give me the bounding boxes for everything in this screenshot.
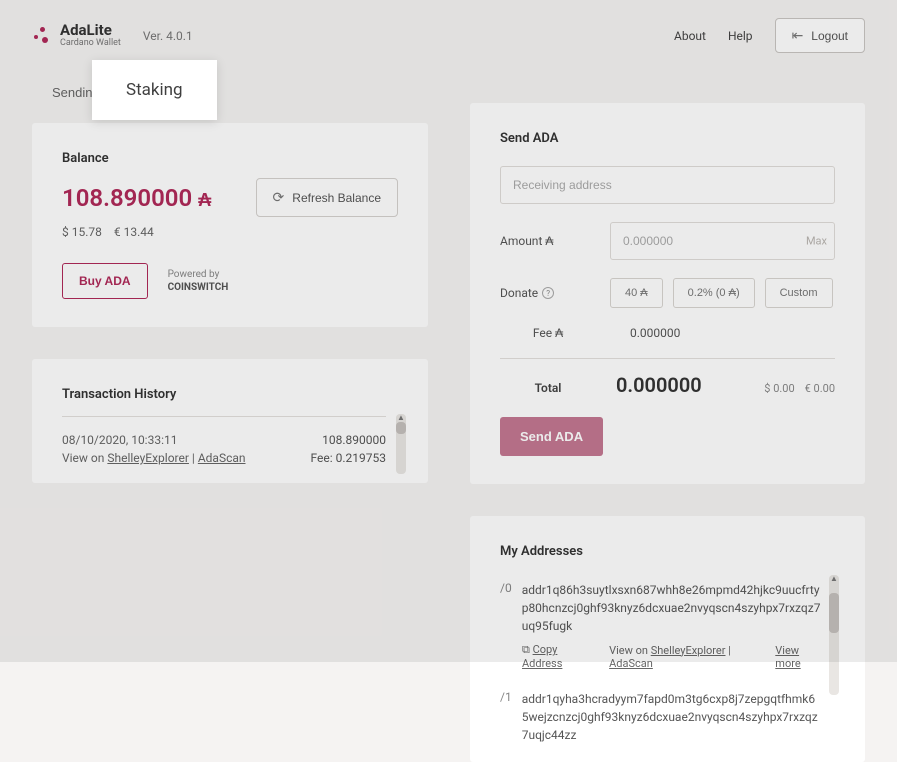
balance-value: 108.890000 ₳ — [62, 184, 211, 212]
balance-title: Balance — [62, 151, 398, 166]
nav-help[interactable]: Help — [728, 29, 753, 43]
transaction-history-card: Transaction History ▲ 08/10/2020, 10:33:… — [32, 359, 428, 483]
tx-title: Transaction History — [62, 387, 398, 402]
addr-link-shelley[interactable]: ShelleyExplorer — [651, 644, 726, 657]
scrollbar[interactable]: ▲ — [829, 575, 839, 695]
logout-icon: ⇤ — [792, 27, 804, 44]
ada-symbol-icon: ₳ — [198, 190, 211, 211]
copy-address-button[interactable]: ⧉ Copy Address — [522, 643, 591, 670]
scrollbar-thumb[interactable] — [829, 593, 839, 633]
logo-subtitle: Cardano Wallet — [60, 39, 121, 49]
total-eur: € 0.00 — [805, 382, 835, 395]
buy-ada-button[interactable]: Buy ADA — [62, 263, 148, 299]
total-label: Total — [500, 381, 596, 395]
total-value: 0.000000 — [596, 373, 764, 397]
donate-custom-button[interactable]: Custom — [765, 278, 833, 308]
addresses-card: My Addresses ▲ /0 addr1q86h3suytlxsxn687… — [470, 516, 865, 762]
address-index: /0 — [500, 581, 512, 635]
addr-link-adascan[interactable]: AdaScan — [609, 657, 653, 670]
address-index: /1 — [500, 690, 512, 744]
address-text: addr1qyha3hcradyym7fapd0m3tg6cxp8j7zepgq… — [522, 690, 821, 744]
fee-label: Fee ₳ — [500, 326, 596, 340]
tab-staking-popup[interactable]: Staking — [92, 60, 217, 120]
copy-icon: ⧉ — [522, 643, 530, 656]
send-card: Send ADA Amount ₳ Max Donate ? 40 ₳ 0.2%… — [470, 103, 865, 484]
tx-link-adascan[interactable]: AdaScan — [198, 451, 246, 465]
donate-label: Donate — [500, 286, 538, 300]
scrollbar[interactable]: ▲ — [396, 414, 406, 474]
nav-about[interactable]: About — [674, 29, 706, 43]
tx-link-shelley[interactable]: ShelleyExplorer — [107, 451, 189, 465]
logout-button[interactable]: ⇤ Logout — [775, 18, 865, 53]
logo-title: AdaLite — [60, 22, 121, 39]
amount-label: Amount ₳ — [500, 234, 596, 248]
donate-40-button[interactable]: 40 ₳ — [610, 278, 663, 308]
amount-input[interactable] — [610, 222, 835, 260]
max-button[interactable]: Max — [806, 235, 827, 248]
balance-usd: $ 15.78 — [62, 225, 102, 239]
balance-card: Balance 108.890000 ₳ ⟳ Refresh Balance $… — [32, 123, 428, 327]
help-icon[interactable]: ? — [542, 287, 554, 299]
fee-value: 0.000000 — [610, 326, 835, 340]
send-title: Send ADA — [500, 131, 835, 146]
balance-eur: € 13.44 — [114, 225, 154, 239]
tx-amount: 108.890000 — [322, 433, 386, 447]
scrollbar-thumb[interactable] — [396, 422, 406, 434]
tx-fee: Fee: 0.219753 — [311, 451, 387, 465]
tab-staking-label: Staking — [126, 80, 183, 100]
version-label: Ver. 4.0.1 — [143, 29, 193, 43]
tx-date: 08/10/2020, 10:33:11 — [62, 433, 177, 447]
address-row: /0 addr1q86h3suytlxsxn687whh8e26mpmd42hj… — [500, 581, 821, 635]
logo-icon — [32, 25, 52, 45]
powered-by: Powered by COINSWITCH — [168, 268, 229, 294]
address-text: addr1q86h3suytlxsxn687whh8e26mpmd42hjkc9… — [522, 581, 821, 635]
logo[interactable]: AdaLite Cardano Wallet — [32, 22, 121, 48]
donate-pct-button[interactable]: 0.2% (0 ₳) — [673, 278, 755, 308]
refresh-balance-button[interactable]: ⟳ Refresh Balance — [256, 178, 398, 217]
receiving-address-input[interactable] — [500, 166, 835, 204]
addresses-title: My Addresses — [500, 544, 835, 559]
address-row: /1 addr1qyha3hcradyym7fapd0m3tg6cxp8j7ze… — [500, 690, 821, 744]
view-more-button[interactable]: View more — [775, 644, 821, 670]
logout-label: Logout — [811, 29, 848, 43]
refresh-icon: ⟳ — [273, 189, 285, 206]
send-ada-button[interactable]: Send ADA — [500, 417, 603, 456]
total-usd: $ 0.00 — [764, 382, 794, 395]
